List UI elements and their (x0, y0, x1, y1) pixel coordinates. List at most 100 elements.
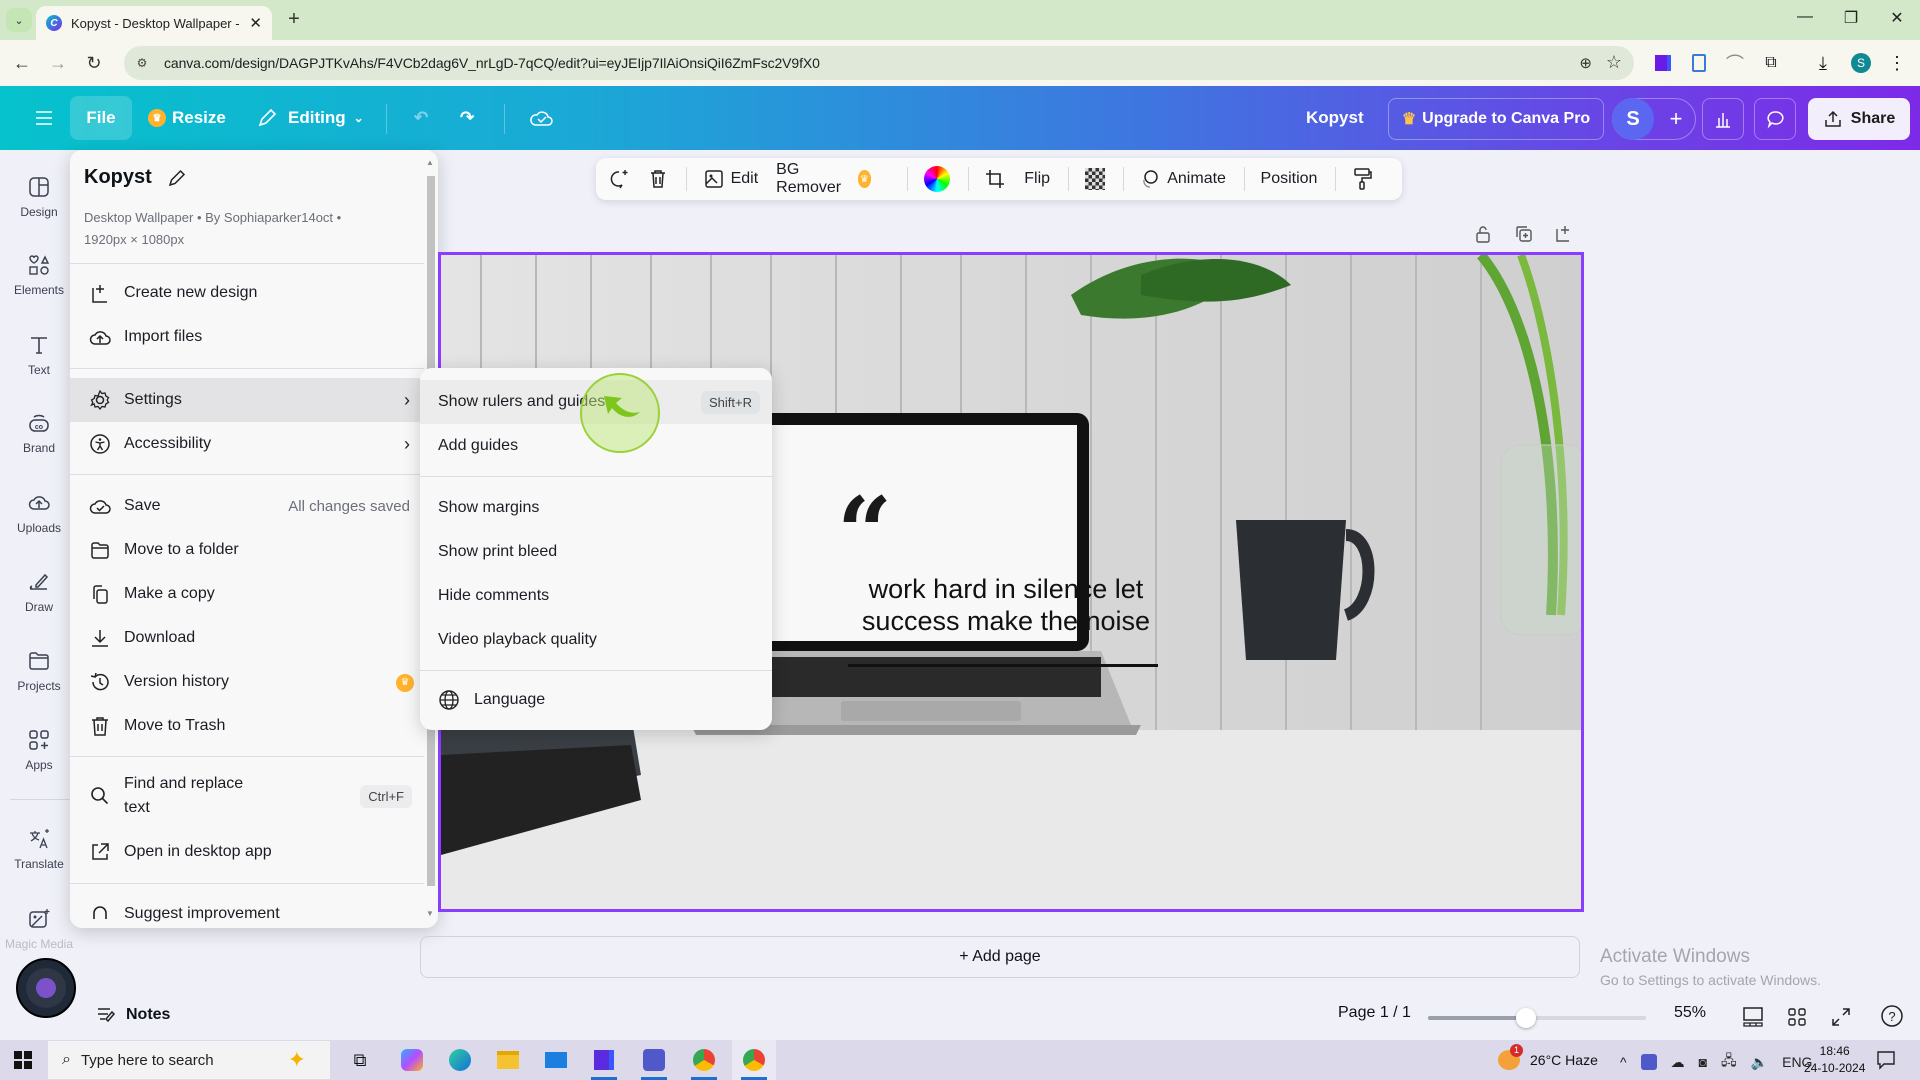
delete-icon[interactable] (648, 168, 668, 190)
crop-icon[interactable] (984, 168, 1006, 190)
editing-mode-button[interactable]: Editing ⌄ (246, 96, 374, 140)
copilot-app-icon[interactable] (398, 1046, 426, 1074)
restore-icon[interactable]: ❐ (1836, 8, 1866, 32)
add-page-button[interactable]: + Add page (420, 936, 1580, 978)
extension-canva-icon[interactable] (1652, 52, 1674, 74)
cloud-saved-icon[interactable] (518, 96, 564, 140)
teams-app-icon[interactable] (640, 1046, 668, 1074)
lock-icon[interactable] (1474, 224, 1492, 244)
extension-arc-icon[interactable]: ⌒ (1724, 52, 1746, 74)
chrome-profile-a-icon[interactable] (690, 1046, 718, 1074)
sidebar-item-design[interactable]: Design (0, 162, 78, 232)
transparency-icon[interactable] (1084, 168, 1105, 190)
menu-item-settings[interactable]: Settings › (70, 378, 424, 422)
menu-item-show-margins[interactable]: Show margins (420, 486, 772, 530)
zoom-slider-handle[interactable] (1516, 1008, 1537, 1028)
browser-tab[interactable]: C Kopyst - Desktop Wallpaper - C ✕ (36, 6, 272, 40)
canva-taskbar-icon[interactable] (590, 1046, 618, 1074)
zoom-level[interactable]: 55% (1674, 1004, 1706, 1022)
notification-center-icon[interactable] (1876, 1050, 1896, 1070)
site-info-icon[interactable]: ⚙ (130, 51, 154, 75)
add-collaborator-icon[interactable]: + (1656, 98, 1696, 140)
color-picker-button[interactable] (923, 166, 950, 192)
sidebar-item-apps[interactable]: Apps (0, 715, 78, 785)
scroll-up-arrow[interactable]: ▲ (424, 158, 436, 167)
upgrade-button[interactable]: ♛ Upgrade to Canva Pro (1388, 98, 1604, 140)
teams-tray-icon[interactable] (1640, 1054, 1657, 1070)
profile-avatar[interactable]: S (1850, 52, 1872, 74)
page-indicator[interactable]: Page 1 / 1 (1338, 1004, 1411, 1022)
menu-item-version-history[interactable]: Version history ♛ (70, 660, 424, 704)
reload-icon[interactable]: ↻ (82, 52, 106, 76)
sidebar-item-uploads[interactable]: Uploads (0, 478, 78, 548)
forward-icon[interactable]: → (46, 52, 70, 76)
redo-icon[interactable]: ↷ (450, 96, 484, 140)
grid-view-icon[interactable] (1786, 1006, 1808, 1028)
zoom-icon[interactable]: ⊕ (1579, 54, 1592, 72)
weather-widget[interactable]: 1 26°C Haze (1498, 1044, 1598, 1070)
onedrive-cloud-icon[interactable]: ☁ (1671, 1054, 1685, 1071)
help-icon[interactable]: ? (1880, 1004, 1904, 1028)
chrome-profile-s-icon[interactable] (740, 1046, 768, 1074)
menu-item-show-print-bleed[interactable]: Show print bleed (420, 530, 772, 574)
close-window-icon[interactable]: ✕ (1882, 8, 1912, 32)
menu-item-save[interactable]: Save All changes saved (70, 484, 424, 528)
menu-item-suggest-improvement[interactable]: Suggest improvement (70, 892, 424, 928)
bg-remover-button[interactable]: BG Remover ♛ (776, 161, 877, 197)
file-explorer-icon[interactable] (494, 1046, 522, 1074)
add-comment-icon[interactable] (608, 168, 630, 190)
menu-item-create-new-design[interactable]: Create new design (70, 271, 424, 315)
close-tab-icon[interactable]: ✕ (249, 14, 262, 32)
extension-word-icon[interactable] (1688, 52, 1710, 74)
comments-button[interactable] (1754, 98, 1796, 140)
quote-mark[interactable]: “ (837, 485, 892, 581)
windows-start-icon[interactable] (14, 1051, 32, 1069)
mail-app-icon[interactable] (542, 1046, 570, 1074)
page-thumbnails-icon[interactable] (1742, 1006, 1764, 1028)
back-icon[interactable]: ← (10, 52, 34, 76)
menu-item-find-replace[interactable]: Find and replace text Ctrl+F (70, 768, 424, 824)
menu-item-make-copy[interactable]: Make a copy (70, 572, 424, 616)
sidebar-item-elements[interactable]: Elements (0, 240, 78, 310)
sidebar-item-magic-media[interactable]: Magic Media (0, 894, 78, 964)
menu-item-video-playback-quality[interactable]: Video playback quality (420, 618, 772, 662)
tab-list-button[interactable]: ⌄ (6, 8, 32, 32)
sidebar-item-draw[interactable]: Draw (0, 557, 78, 627)
minimize-icon[interactable]: — (1790, 8, 1820, 32)
share-button[interactable]: Share (1808, 98, 1910, 140)
edge-app-icon[interactable] (446, 1046, 474, 1074)
copy-style-paint-roller-icon[interactable] (1352, 167, 1372, 191)
position-button[interactable]: Position (1261, 170, 1318, 188)
main-menu-icon[interactable] (24, 96, 64, 140)
menu-item-download[interactable]: Download (70, 616, 424, 660)
menu-item-language[interactable]: Language (420, 678, 772, 722)
network-icon[interactable]: 🖧 (1721, 1050, 1737, 1074)
quote-text[interactable]: work hard in silence let success make th… (841, 573, 1171, 637)
magic-assistant-button[interactable] (16, 958, 76, 1018)
downloads-icon[interactable]: ⤓ (1812, 52, 1834, 74)
animate-button[interactable]: Animate (1139, 168, 1226, 190)
duplicate-page-icon[interactable] (1514, 224, 1534, 244)
design-title[interactable]: Kopyst (84, 166, 152, 189)
volume-icon[interactable]: 🔈 (1751, 1054, 1768, 1071)
task-view-icon[interactable]: ⧉ (346, 1046, 374, 1074)
fullscreen-icon[interactable] (1830, 1006, 1852, 1028)
add-page-icon[interactable] (1554, 224, 1574, 244)
zoom-slider[interactable] (1428, 1008, 1646, 1028)
sidebar-item-text[interactable]: Text (0, 320, 78, 390)
clock[interactable]: 18:46 24-10-2024 (1804, 1043, 1865, 1077)
design-name[interactable]: Kopyst (1296, 96, 1374, 140)
menu-item-hide-comments[interactable]: Hide comments (420, 574, 772, 618)
edit-image-button[interactable]: Edit (703, 168, 758, 190)
user-avatar[interactable]: S (1612, 98, 1654, 140)
show-hidden-icons-chevron[interactable]: ^ (1620, 1054, 1627, 1070)
scroll-down-arrow[interactable]: ▼ (424, 909, 436, 918)
menu-item-move-to-folder[interactable]: Move to a folder (70, 528, 424, 572)
flip-button[interactable]: Flip (1024, 170, 1050, 188)
sidebar-item-brand[interactable]: co Brand (0, 398, 78, 468)
insights-button[interactable] (1702, 98, 1744, 140)
sidebar-item-projects[interactable]: Projects (0, 636, 78, 706)
menu-item-open-desktop-app[interactable]: Open in desktop app (70, 830, 424, 874)
menu-item-accessibility[interactable]: Accessibility › (70, 422, 424, 466)
browser-menu-icon[interactable]: ⋮ (1886, 52, 1908, 74)
